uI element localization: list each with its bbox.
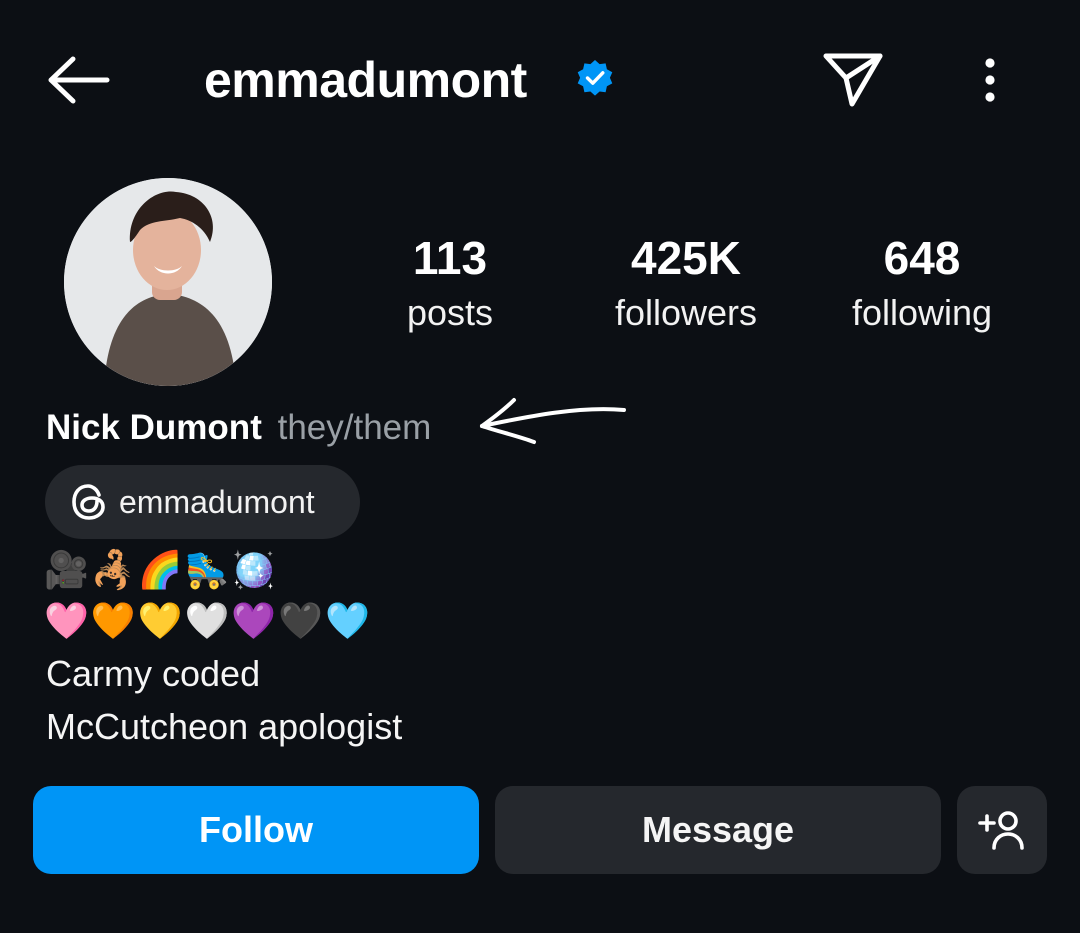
threads-handle: emmadumont	[119, 483, 315, 520]
bio-text-line-2: McCutcheon apologist	[46, 706, 403, 747]
send-message-button[interactable]	[818, 44, 888, 114]
posts-stat[interactable]: 113 posts	[340, 228, 560, 338]
threads-profile-link[interactable]: emmadumont	[45, 465, 360, 539]
posts-count: 113	[412, 232, 488, 284]
paper-plane-icon	[823, 53, 883, 107]
back-arrow-icon	[48, 56, 110, 104]
followers-stat[interactable]: 425K followers	[576, 228, 796, 338]
annotation-arrow	[480, 398, 626, 444]
more-options-button[interactable]	[968, 48, 1012, 112]
suggested-users-button[interactable]	[957, 786, 1047, 874]
bio-text-line-1: Carmy coded	[46, 653, 261, 694]
threads-icon	[69, 482, 109, 522]
verified-badge-icon	[577, 60, 613, 96]
bio-emoji-line-2: 🩷🧡💛🤍💜🖤🩵	[44, 600, 372, 641]
more-vertical-icon	[985, 58, 995, 102]
bio-emoji-line-1: 🎥🦂🌈🛼🪩	[44, 549, 279, 590]
back-button[interactable]	[40, 48, 116, 112]
profile-username: emmadumont	[204, 52, 527, 108]
profile-name-row: Nick Dumont they/them	[46, 404, 431, 452]
pronouns: they/them	[277, 408, 432, 447]
add-user-icon	[978, 811, 1024, 850]
followers-count: 425K	[631, 232, 741, 284]
following-stat[interactable]: 648 following	[812, 228, 1032, 338]
follow-button[interactable]: Follow	[33, 786, 479, 874]
followers-label: followers	[614, 292, 758, 333]
posts-label: posts	[406, 292, 494, 333]
message-button[interactable]: Message	[495, 786, 941, 874]
profile-header: emmadumont	[0, 0, 1080, 160]
display-name: Nick Dumont	[46, 408, 262, 447]
following-label: following	[851, 292, 993, 333]
following-count: 648	[883, 232, 961, 284]
profile-avatar[interactable]	[64, 178, 272, 386]
